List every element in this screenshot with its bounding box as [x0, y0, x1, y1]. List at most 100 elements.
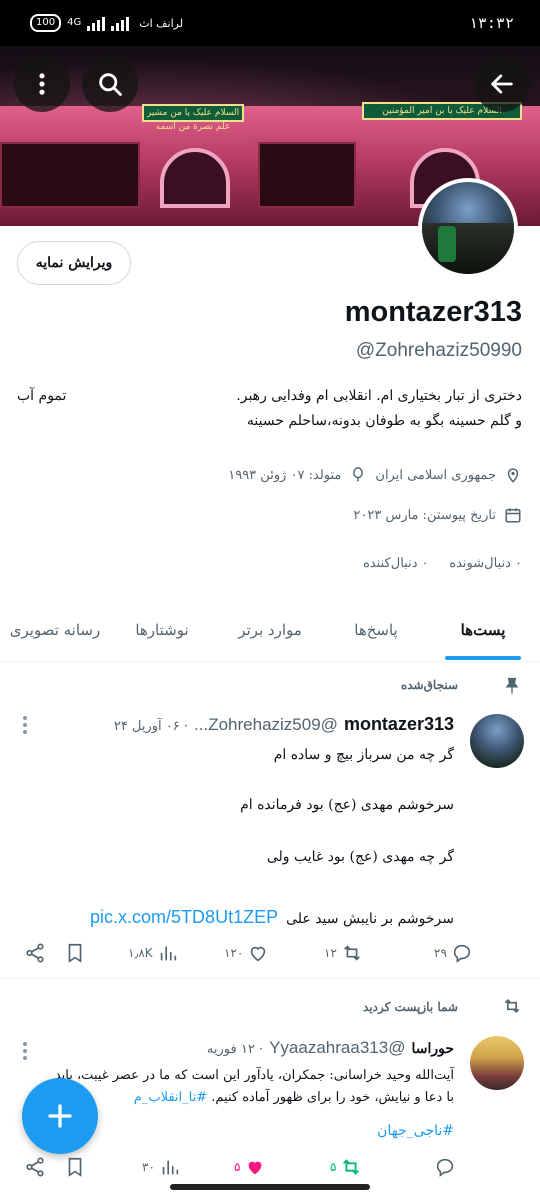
search-icon	[99, 73, 122, 96]
post-more-icon[interactable]	[23, 716, 27, 737]
bookmark-button[interactable]	[64, 942, 86, 964]
post-last-line: pic.x.com/5TD8Ut1ZEP سرخوشم بر نایبش سید…	[24, 906, 454, 931]
tab-media[interactable]: رسانه تصویری	[0, 600, 110, 660]
profile-handle: @Zohrehaziz50990	[355, 340, 522, 361]
banner-flag	[258, 142, 356, 208]
tab-articles[interactable]: نوشتارها	[110, 600, 214, 660]
reply-button[interactable]	[434, 1156, 456, 1178]
location-icon	[507, 468, 519, 483]
balloon-icon	[353, 467, 364, 482]
hashtag[interactable]: #ناجی_جهان	[377, 1123, 454, 1139]
follow-stats: ۰ دنبال‌شونده ۰ دنبال‌کننده	[363, 556, 522, 571]
profile-avatar[interactable]	[418, 178, 518, 278]
signal-icon-2	[111, 15, 130, 31]
post-actions: ۲۹ ۱۲ ۱۲۰ ۱٫۸K	[24, 942, 471, 966]
post-header: montazer313 @Zohrehaziz509... · ۰۶ آوریل…	[114, 714, 454, 735]
following-count[interactable]: ۰ دنبال‌شونده	[449, 556, 522, 571]
repost-button[interactable]: ۱۲	[324, 942, 363, 964]
bookmark-button[interactable]	[64, 1156, 86, 1178]
status-bar: 100 4G لرانف اث ۱۳:۳۲	[0, 0, 540, 46]
post-author-handle: @Yyaazahraa313	[269, 1038, 406, 1057]
profile-location: جمهوری اسلامی ایران	[375, 467, 496, 483]
repost-button[interactable]: ۵	[330, 1156, 362, 1178]
share-button[interactable]	[24, 942, 46, 964]
post-line: گر چه من سرباز بیچ و ساده ام	[273, 747, 454, 763]
post-avatar[interactable]	[470, 1036, 524, 1090]
more-vertical-icon	[39, 73, 45, 95]
like-button[interactable]: ۱۲۰	[224, 942, 269, 964]
home-indicator[interactable]	[170, 1184, 370, 1190]
network-type: 4G	[67, 17, 82, 28]
views-count: ۱٫۸K	[128, 946, 153, 960]
share-icon	[26, 1157, 44, 1177]
post-author-handle: @Zohrehaziz509...	[194, 715, 338, 734]
tab-replies[interactable]: پاسخ‌ها	[326, 600, 426, 660]
plus-icon	[48, 1104, 72, 1128]
repost-label: شما بازپست کردید	[363, 1000, 458, 1014]
like-count: ۵	[234, 1160, 241, 1174]
carrier-name: لرانف اث	[139, 16, 184, 30]
reply-button[interactable]: ۲۹	[434, 942, 473, 964]
edit-profile-button[interactable]: ویرایش نمایه	[17, 241, 131, 285]
followers-count[interactable]: ۰ دنبال‌کننده	[363, 556, 429, 571]
post-more-icon[interactable]	[23, 1042, 27, 1063]
tab-posts[interactable]: پست‌ها	[426, 600, 540, 660]
post-author-name[interactable]: montazer313	[344, 714, 454, 735]
calendar-icon	[505, 508, 521, 523]
profile-joined: تاریخ پیوستن: مارس ۲۰۲۳	[353, 507, 496, 523]
profile-bio: دختری از تبار بختیاری ام. انقلابی ام وفد…	[17, 384, 522, 434]
share-button[interactable]	[24, 1156, 46, 1178]
repost-count: ۵	[330, 1160, 337, 1174]
like-count: ۱۲۰	[224, 946, 244, 960]
back-button[interactable]	[474, 56, 530, 112]
repost-context-icon	[504, 998, 520, 1014]
views-icon	[162, 1160, 179, 1175]
bio-line: دختری از تبار بختیاری ام. انقلابی ام وفد…	[236, 388, 522, 404]
post-avatar[interactable]	[470, 714, 524, 768]
profile-tabs: پست‌ها پاسخ‌ها موارد برتر نوشتارها رسانه…	[0, 600, 540, 662]
signal-icon	[87, 15, 106, 31]
views-button[interactable]: ۳۰	[142, 1156, 181, 1178]
heart-filled-icon	[249, 1161, 262, 1175]
post-line: سرخوشم بر نایبش سید علی	[286, 911, 454, 927]
repost-icon	[343, 1159, 360, 1175]
arrow-left-icon	[491, 74, 513, 94]
status-left: 100 4G لرانف اث	[30, 14, 183, 32]
post-line: گر چه مهدی (عج) بود غایب ولی	[266, 849, 454, 865]
post-link[interactable]: pic.x.com/5TD8Ut1ZEP	[90, 906, 278, 929]
post-author-name[interactable]: حوراسا	[411, 1041, 454, 1057]
post-actions: ۵ ۵ ۳۰	[24, 1156, 464, 1180]
bookmark-icon	[68, 1157, 82, 1177]
battery-indicator: 100	[30, 14, 62, 32]
post-line: سرخوشم مهدی (عج) بود فرمانده ام	[240, 797, 454, 813]
reply-icon	[453, 944, 471, 963]
like-button[interactable]: ۵	[234, 1156, 266, 1178]
profile-joined-row: تاریخ پیوستن: مارس ۲۰۲۳	[353, 506, 522, 524]
avatar-figure	[438, 226, 456, 262]
reply-count: ۲۹	[434, 946, 447, 960]
bookmark-icon	[68, 943, 82, 963]
post-date: · ۰۶ آوریل ۲۴	[113, 719, 189, 734]
bio-line: و گلم حسینه بگو به طوفان بدونه،ساحلم حسی…	[246, 413, 522, 429]
post-divider	[0, 978, 540, 979]
post-line: با دعا و نیایش، خود را برای ظهور آماده ک…	[211, 1090, 454, 1105]
avatar-crowd	[422, 223, 514, 274]
views-count: ۳۰	[142, 1160, 155, 1174]
post-header: حوراسا @Yyaazahraa313 · ۱۲ فوریه	[207, 1038, 454, 1058]
pin-icon	[505, 677, 519, 694]
profile-name: montazer313	[344, 296, 522, 328]
tab-highlights[interactable]: موارد برتر	[214, 600, 326, 660]
search-button[interactable]	[82, 56, 138, 112]
compose-button[interactable]	[22, 1078, 98, 1154]
pinned-label: سنجاق‌شده	[400, 678, 458, 692]
views-button[interactable]: ۱٫۸K	[128, 942, 179, 964]
banner-flag	[0, 142, 140, 208]
clock: ۱۳:۳۲	[468, 14, 514, 32]
bio-extra: تموم آب	[17, 388, 67, 404]
reply-icon	[436, 1158, 454, 1177]
more-button[interactable]	[14, 56, 70, 112]
post-date: · ۱۲ فوریه	[206, 1042, 264, 1057]
repost-count: ۱۲	[324, 946, 337, 960]
hashtag[interactable]: #تا_انقلاب_م	[134, 1090, 207, 1105]
profile-birthday: متولد: ۰۷ ژوئن ۱۹۹۳	[228, 467, 342, 483]
